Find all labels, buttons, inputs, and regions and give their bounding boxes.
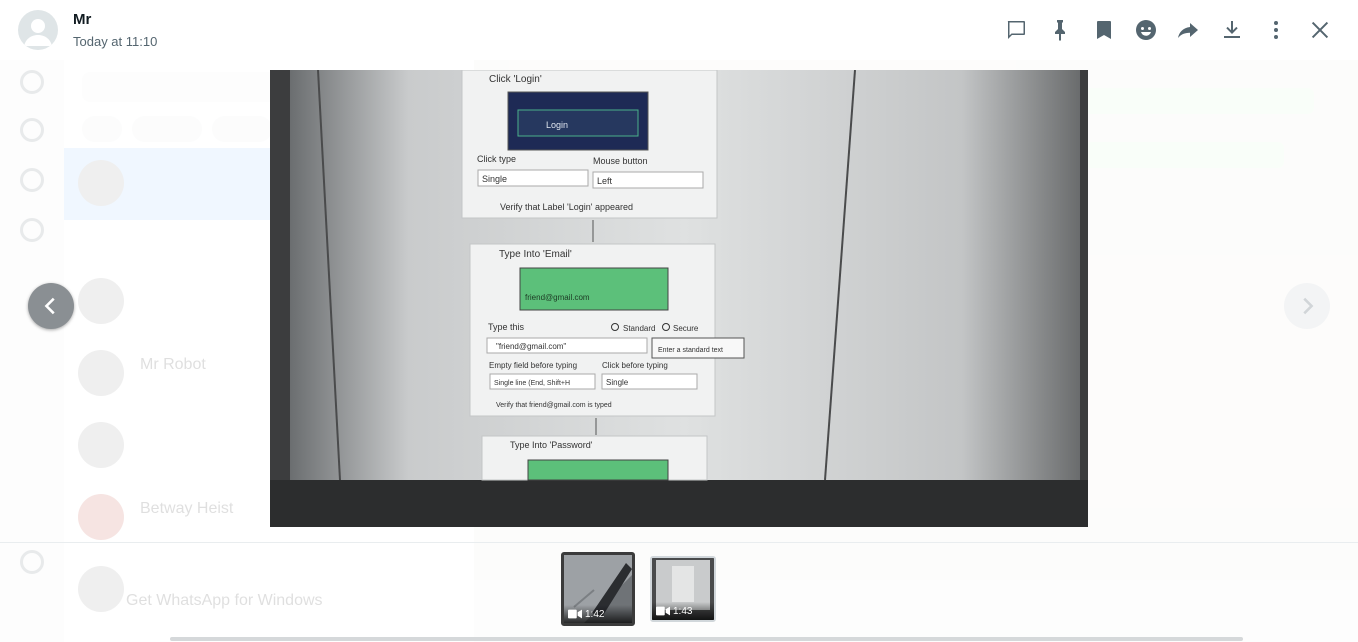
card2-type-this-label: Type this: [488, 322, 525, 332]
filmstrip-scrollbar[interactable]: [170, 637, 1243, 641]
forward-icon[interactable]: [1174, 16, 1202, 44]
close-icon[interactable]: [1306, 16, 1334, 44]
video-camera-icon: [568, 609, 582, 619]
duration-label: 1:42: [585, 608, 605, 620]
chat-name: Betway Heist: [140, 500, 234, 517]
filter-chip: [212, 116, 272, 142]
card2-secure-option: Secure: [673, 324, 699, 333]
card2-standard-option: Standard: [623, 324, 655, 333]
media-thumbnail[interactable]: 1:43: [650, 556, 716, 622]
card1-mouse-button-value: Left: [597, 176, 613, 186]
star-icon[interactable]: [1090, 16, 1118, 44]
react-icon[interactable]: [1132, 16, 1160, 44]
reply-icon[interactable]: [1002, 16, 1030, 44]
message-timestamp: Today at 11:10: [73, 34, 158, 49]
card2-empty-field-label: Empty field before typing: [489, 361, 577, 370]
video-camera-icon: [656, 606, 670, 616]
card2-verify-text: Verify that friend@gmail.com is typed: [496, 402, 612, 409]
pin-icon[interactable]: [1046, 16, 1074, 44]
chat-name: Mr Robot: [140, 356, 206, 373]
filter-chip: [132, 116, 202, 142]
previous-media-button[interactable]: [28, 283, 74, 329]
default-avatar-icon: [24, 19, 52, 46]
chat-avatar: [78, 160, 124, 206]
chat-avatar: [78, 350, 124, 396]
card1-title: Click 'Login': [489, 74, 542, 85]
card2-empty-field-value: Single line (End, Shift+H: [494, 380, 570, 387]
status-icon: [20, 118, 44, 142]
card3-title: Type Into 'Password': [510, 440, 593, 450]
message-bubble: [1084, 142, 1284, 168]
chevron-right-icon: [1303, 297, 1314, 315]
chevron-left-icon: [44, 297, 55, 315]
download-icon[interactable]: [1218, 16, 1246, 44]
channels-icon: [20, 168, 44, 192]
card1-mouse-button-label: Mouse button: [593, 156, 648, 166]
sender-name[interactable]: Mr: [73, 11, 91, 28]
chat-row: [64, 554, 474, 626]
media-thumbnail[interactable]: 1:42: [561, 552, 635, 626]
message-bubble: [1084, 88, 1314, 114]
communities-icon: [20, 218, 44, 242]
avatar[interactable]: [18, 10, 58, 50]
media-viewer[interactable]: Click 'Login' Login Click type Mouse but…: [270, 70, 1088, 527]
card2-title: Type Into 'Email': [499, 249, 572, 260]
chat-avatar: [78, 422, 124, 468]
card2-click-before-label: Click before typing: [602, 361, 668, 370]
promo-text: Get WhatsApp for Windows: [126, 592, 323, 609]
chats-icon: [20, 70, 44, 94]
chat-avatar: [78, 278, 124, 324]
duration-label: 1:43: [673, 605, 693, 617]
card1-click-type-value: Single: [482, 174, 507, 184]
card1-click-type-label: Click type: [477, 154, 516, 164]
menu-icon[interactable]: [1262, 16, 1290, 44]
chat-avatar: [78, 566, 124, 612]
next-media-button[interactable]: [1284, 283, 1330, 329]
settings-icon: [20, 550, 44, 574]
card2-field-text: friend@gmail.com: [525, 293, 590, 302]
card1-verify-text: Verify that Label 'Login' appeared: [500, 202, 633, 212]
filter-chip: [82, 116, 122, 142]
video-duration: 1:42: [564, 605, 632, 623]
video-duration: 1:43: [652, 602, 714, 620]
card1-button-text: Login: [546, 120, 568, 130]
chat-avatar: [78, 494, 124, 540]
card2-value: "friend@gmail.com": [496, 342, 566, 351]
media-viewer-header: Mr Today at 11:10: [0, 0, 1358, 60]
video-frame: Click 'Login' Login Click type Mouse but…: [270, 70, 1088, 527]
card2-tooltip: Enter a standard text: [658, 347, 723, 354]
card2-click-before-value: Single: [606, 378, 629, 387]
filmstrip-divider: [0, 542, 1358, 543]
